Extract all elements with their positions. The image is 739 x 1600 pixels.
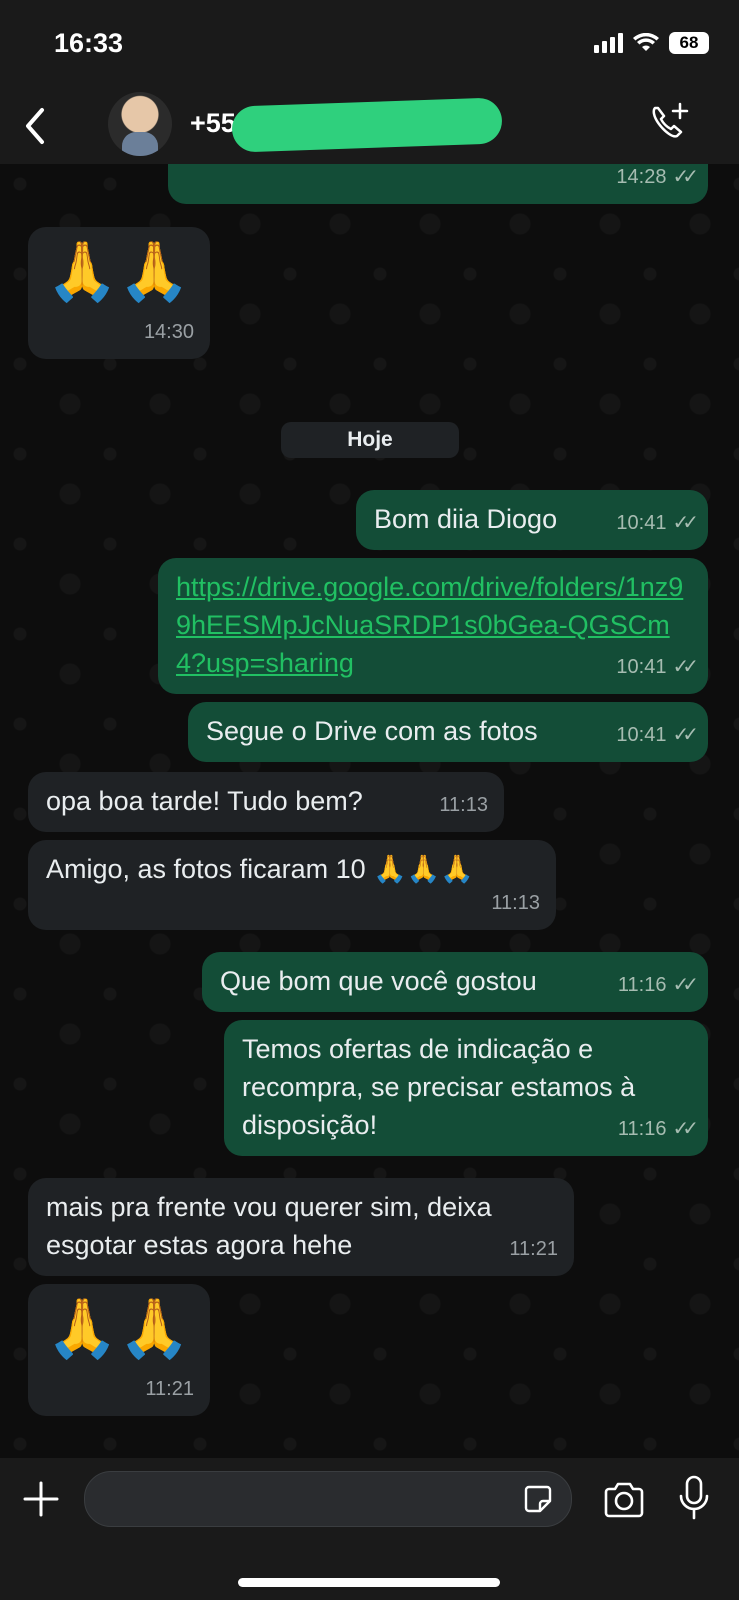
message-list[interactable]: 14:28 ✓✓ 🙏🙏 14:30 Hoje Bom diia Diogo 10…	[0, 164, 739, 1458]
sticker-icon[interactable]	[523, 1484, 553, 1514]
message-meta: 11:21	[145, 1370, 194, 1408]
read-receipt-icon: ✓✓	[672, 656, 698, 678]
wifi-icon	[633, 33, 659, 51]
message-meta: 11:13	[439, 786, 488, 824]
message-bubble-outgoing[interactable]: 14:28 ✓✓	[168, 164, 708, 204]
back-chevron-icon[interactable]	[18, 104, 52, 148]
chat-header: +55	[0, 90, 739, 165]
message-bubble-incoming[interactable]: Amigo, as fotos ficaram 10 🙏🙏🙏 11:13	[28, 840, 556, 930]
message-bubble-incoming[interactable]: 🙏🙏 11:21	[28, 1284, 210, 1416]
message-input[interactable]	[84, 1471, 572, 1527]
message-time: 11:21	[509, 1238, 558, 1260]
plus-icon[interactable]	[22, 1480, 60, 1518]
message-meta: 11:16 ✓✓	[617, 1110, 699, 1148]
add-call-icon[interactable]	[647, 100, 691, 144]
read-receipt-icon: ✓✓	[672, 974, 698, 996]
contact-avatar[interactable]	[108, 92, 172, 156]
read-receipt-icon: ✓✓	[672, 724, 698, 746]
message-meta: 10:41 ✓✓	[616, 504, 698, 542]
message-bubble-incoming[interactable]: mais pra frente vou querer sim, deixa es…	[28, 1178, 574, 1276]
contact-name[interactable]: +55	[190, 108, 236, 139]
message-meta: 11:16 ✓✓	[617, 966, 699, 1004]
home-indicator[interactable]	[238, 1578, 500, 1587]
message-time: 14:28	[616, 166, 667, 188]
message-bubble-outgoing[interactable]: Segue o Drive com as fotos 10:41 ✓✓	[188, 702, 708, 762]
message-meta: 10:41 ✓✓	[616, 648, 698, 686]
message-meta: 14:28 ✓✓	[616, 164, 698, 196]
message-time: 11:16	[617, 974, 667, 996]
message-time: 11:13	[491, 892, 540, 914]
message-text: Temos ofertas de indicação e recompra, s…	[242, 1034, 636, 1140]
message-time: 10:41	[616, 512, 667, 534]
camera-icon[interactable]	[602, 1480, 646, 1520]
battery-indicator: 68	[669, 32, 709, 54]
message-text: 🙏🙏	[46, 1296, 191, 1361]
message-composer	[0, 1458, 739, 1600]
message-text: mais pra frente vou querer sim, deixa es…	[46, 1192, 492, 1260]
message-time: 10:41	[616, 656, 667, 678]
message-meta: 10:41 ✓✓	[616, 716, 698, 754]
message-text: Bom diia Diogo	[374, 504, 558, 534]
message-bubble-outgoing[interactable]: https://drive.google.com/drive/folders/1…	[158, 558, 708, 694]
message-time: 14:30	[143, 321, 194, 343]
message-text: Que bom que você gostou	[220, 966, 537, 996]
drive-link[interactable]: https://drive.google.com/drive/folders/1…	[176, 572, 683, 678]
message-meta: 11:21	[509, 1230, 558, 1268]
read-receipt-icon: ✓✓	[672, 166, 698, 188]
read-receipt-icon: ✓✓	[672, 1118, 698, 1140]
message-text: Segue o Drive com as fotos	[206, 716, 538, 746]
message-bubble-outgoing[interactable]: Temos ofertas de indicação e recompra, s…	[224, 1020, 708, 1156]
status-time: 16:33	[54, 28, 124, 58]
message-meta: 14:30	[144, 313, 194, 351]
status-bar: 16:33 68	[0, 0, 739, 90]
status-indicators: 68	[594, 32, 709, 54]
message-time: 10:41	[616, 724, 667, 746]
read-receipt-icon: ✓✓	[672, 512, 698, 534]
message-text: opa boa tarde! Tudo bem?	[46, 786, 363, 816]
redaction-mark	[231, 97, 503, 153]
message-time: 11:13	[439, 794, 488, 816]
mic-icon[interactable]	[676, 1474, 712, 1522]
message-bubble-incoming[interactable]: 🙏🙏 14:30	[28, 227, 210, 359]
date-separator: Hoje	[281, 422, 459, 458]
message-text: 🙏🙏	[46, 239, 191, 304]
message-bubble-outgoing[interactable]: Que bom que você gostou 11:16 ✓✓	[202, 952, 708, 1012]
message-bubble-outgoing[interactable]: Bom diia Diogo 10:41 ✓✓	[356, 490, 708, 550]
signal-icon	[594, 33, 623, 53]
message-time: 11:21	[145, 1378, 194, 1400]
message-text: Amigo, as fotos ficaram 10 🙏🙏🙏	[46, 854, 474, 884]
message-bubble-incoming[interactable]: opa boa tarde! Tudo bem? 11:13	[28, 772, 504, 832]
message-time: 11:16	[617, 1118, 667, 1140]
message-meta: 11:13	[491, 884, 540, 922]
